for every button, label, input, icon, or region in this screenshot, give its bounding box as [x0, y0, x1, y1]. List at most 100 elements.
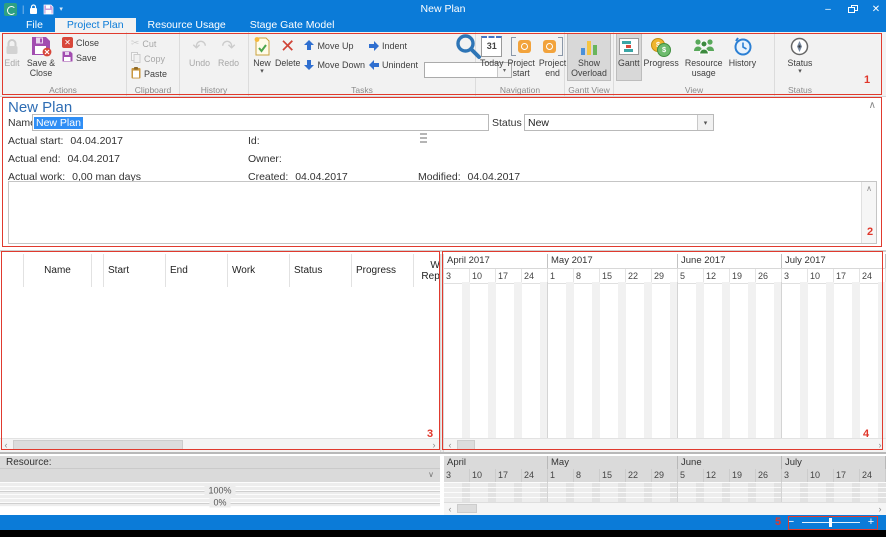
- app-icon[interactable]: [4, 3, 17, 16]
- zoom-out-button[interactable]: −: [786, 516, 796, 529]
- today-button[interactable]: 31 Today: [478, 33, 505, 81]
- delete-task-button[interactable]: ✕ Delete: [273, 33, 302, 81]
- save-button[interactable]: Save: [60, 51, 101, 64]
- gantt-week-label: 10: [808, 269, 834, 283]
- gantt-week-label: 10: [470, 269, 496, 283]
- column-header-end[interactable]: End: [166, 254, 228, 287]
- scroll-right-icon[interactable]: ›: [874, 503, 886, 515]
- month-separator-line: [547, 282, 548, 439]
- quick-save-icon[interactable]: [43, 4, 54, 15]
- project-start-icon: [511, 35, 531, 58]
- progress-button[interactable]: $ $ Progress: [642, 33, 681, 81]
- indent-button[interactable]: Indent: [367, 39, 420, 52]
- column-header-start[interactable]: Start: [104, 254, 166, 287]
- task-table-body[interactable]: [0, 287, 440, 439]
- zoom-slider[interactable]: [802, 522, 860, 523]
- resource-week-label: 17: [834, 469, 860, 482]
- tab-file[interactable]: File: [14, 18, 55, 32]
- qat-separator: |: [22, 4, 24, 14]
- cut-label: Cut: [142, 39, 156, 49]
- resource-week-label: 29: [652, 469, 678, 482]
- status-combobox[interactable]: New ▾: [524, 114, 714, 131]
- status-button[interactable]: Status ▾: [786, 33, 815, 81]
- scroll-left-icon[interactable]: ‹: [444, 439, 456, 451]
- gantt-week-label: 24: [860, 269, 886, 283]
- resource-selector[interactable]: ∨: [0, 469, 440, 483]
- close-button[interactable]: ✕: [870, 0, 882, 18]
- new-task-button[interactable]: New ▾: [251, 33, 273, 81]
- copy-icon: [131, 52, 141, 65]
- save-and-close-button[interactable]: Save & Close: [22, 33, 60, 81]
- move-up-button[interactable]: Move Up: [302, 39, 367, 52]
- restore-button[interactable]: [846, 0, 858, 18]
- paste-button[interactable]: Paste: [129, 67, 169, 80]
- gantt-body[interactable]: [444, 282, 886, 439]
- tab-resource-usage[interactable]: Resource Usage: [136, 18, 238, 32]
- undo-button[interactable]: ↶ Undo: [187, 33, 212, 81]
- history-view-button[interactable]: History: [727, 33, 758, 81]
- quick-access-toolbar: | ▾: [4, 3, 63, 16]
- scrollbar-thumb[interactable]: [457, 440, 475, 450]
- resource-hscrollbar[interactable]: ‹ ›: [444, 502, 886, 515]
- status-dropdown-icon[interactable]: ▾: [697, 115, 713, 130]
- indent-label: Indent: [382, 41, 407, 51]
- gantt-view-button[interactable]: Gantt: [616, 33, 642, 81]
- project-end-button[interactable]: Project end: [537, 33, 568, 81]
- scroll-right-icon[interactable]: ›: [874, 439, 886, 451]
- zoom-in-button[interactable]: +: [866, 516, 876, 529]
- name-input[interactable]: New Plan: [32, 114, 489, 131]
- task-table-header: Name Start End Work Status Progress Work…: [0, 254, 440, 288]
- chevron-down-icon[interactable]: ∨: [428, 470, 434, 479]
- column-header-work[interactable]: Work: [228, 254, 290, 287]
- zoom-slider-thumb[interactable]: [829, 518, 832, 527]
- notes-textarea[interactable]: ∧: [8, 181, 877, 244]
- history-view-label: History: [729, 59, 756, 69]
- gantt-week-label: 3: [782, 269, 808, 283]
- close-plan-button[interactable]: ✕ Close: [60, 36, 101, 49]
- collapse-form-icon[interactable]: ∧: [869, 100, 876, 111]
- copy-button[interactable]: Copy: [129, 52, 169, 65]
- resource-usage-button[interactable]: Resource usage: [681, 33, 727, 81]
- column-header-name[interactable]: Name: [24, 254, 92, 287]
- column-header-progress[interactable]: Progress: [352, 254, 414, 287]
- actual-start-label: Actual start:: [8, 135, 63, 147]
- column-header-indicator[interactable]: [0, 254, 24, 287]
- show-overload-button[interactable]: Show Overload: [567, 33, 611, 81]
- copy-label: Copy: [144, 54, 165, 64]
- minimize-button[interactable]: –: [822, 0, 834, 18]
- lock-icon[interactable]: [29, 4, 38, 15]
- unindent-button[interactable]: Unindent: [367, 58, 420, 71]
- gantt-week-label: 26: [756, 269, 782, 283]
- scrollbar-thumb[interactable]: [457, 504, 477, 513]
- tab-project-plan[interactable]: Project Plan: [55, 18, 136, 32]
- gantt-week-label: 12: [704, 269, 730, 283]
- scroll-up-icon[interactable]: ∧: [862, 182, 876, 195]
- resource-week-label: 8: [574, 469, 600, 482]
- resource-month-label: July: [782, 456, 886, 469]
- qat-dropdown-icon[interactable]: ▾: [59, 5, 63, 13]
- tab-stage-gate-model[interactable]: Stage Gate Model: [238, 18, 347, 32]
- scroll-right-icon[interactable]: ›: [428, 439, 440, 451]
- id-copy-icon[interactable]: [420, 133, 427, 145]
- owner-label: Owner:: [248, 153, 282, 165]
- task-table-hscrollbar[interactable]: ‹ ›: [0, 438, 440, 452]
- column-header-info[interactable]: [92, 254, 104, 287]
- column-header-work-reported[interactable]: Work Reported: [414, 254, 440, 287]
- scrollbar-thumb[interactable]: [13, 440, 183, 450]
- gantt-hscrollbar[interactable]: ‹ ›: [444, 438, 886, 452]
- edit-button[interactable]: Edit: [2, 33, 22, 81]
- ribbon-group-actions: Edit Save & Close ✕ Close: [0, 32, 127, 96]
- scroll-left-icon[interactable]: ‹: [0, 439, 12, 451]
- notes-scrollbar[interactable]: ∧: [861, 182, 876, 243]
- move-down-button[interactable]: Move Down: [302, 58, 367, 71]
- column-header-status[interactable]: Status: [290, 254, 352, 287]
- move-up-label: Move Up: [317, 41, 353, 51]
- gantt-chart-icon: [619, 35, 639, 58]
- title-bar: | ▾ New Plan – ✕: [0, 0, 886, 18]
- cut-button[interactable]: ✂ Cut: [129, 37, 169, 50]
- plan-form-panel: New Plan ∧ Name New Plan Status New ▾ Ac…: [0, 97, 886, 250]
- project-start-button[interactable]: Project start: [505, 33, 536, 81]
- scroll-left-icon[interactable]: ‹: [444, 503, 456, 515]
- new-task-icon: [253, 35, 271, 58]
- redo-button[interactable]: ↷ Redo: [216, 33, 241, 81]
